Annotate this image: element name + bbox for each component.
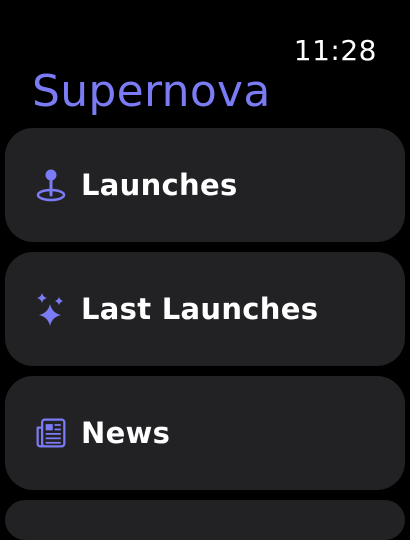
menu-item-news[interactable]: News (5, 376, 405, 490)
status-time: 11:28 (293, 34, 377, 67)
menu-item-label: News (81, 416, 171, 450)
newspaper-icon (35, 415, 67, 451)
menu-item-last-launches[interactable]: Last Launches (5, 252, 405, 366)
app-title: Supernova (32, 66, 271, 117)
menu-item-partial[interactable] (5, 500, 405, 540)
map-pin-icon (35, 167, 67, 203)
menu-item-label: Launches (81, 168, 238, 202)
menu-list: Launches Last Launches News (5, 128, 405, 540)
sparkles-icon (35, 291, 67, 327)
menu-item-launches[interactable]: Launches (5, 128, 405, 242)
menu-item-label: Last Launches (81, 292, 319, 326)
